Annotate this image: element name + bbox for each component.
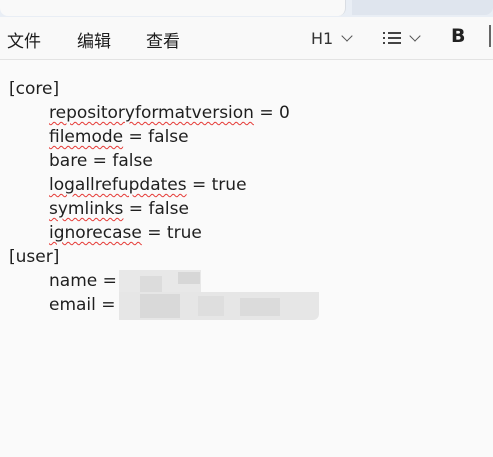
value-symlinks: = false (123, 199, 189, 219)
list-icon (383, 31, 401, 45)
line-bare: bare = false (49, 151, 153, 171)
list-dropdown[interactable] (383, 26, 421, 50)
menu-edit[interactable]: 编辑 (77, 27, 111, 52)
key-filemode: filemode (49, 127, 124, 147)
tab-strip: config (0, 0, 493, 17)
menu-bar: 文件 编辑 查看 H1 (0, 17, 493, 60)
key-repositoryformatversion: repositoryformatversion (49, 103, 254, 123)
line-filemode: filemode = false (49, 127, 189, 147)
section-user: [user] (9, 247, 60, 267)
line-name: name = (49, 271, 123, 291)
value-repositoryformatversion: = 0 (253, 103, 290, 123)
value-logallrefupdates: = true (186, 175, 247, 195)
more-icon[interactable] (489, 25, 493, 47)
line-ignorecase: ignorecase = true (49, 223, 202, 243)
key-logallrefupdates: logallrefupdates (49, 175, 187, 195)
heading-dropdown[interactable]: H1 (311, 26, 353, 50)
line-symlinks: symlinks = false (49, 199, 189, 219)
section-core: [core] (9, 79, 60, 99)
key-ignorecase: ignorecase (49, 223, 142, 243)
menu-file[interactable]: 文件 (7, 27, 41, 52)
line-email: email = (49, 295, 121, 315)
value-ignorecase: = true (141, 223, 202, 243)
tab-config[interactable]: config (0, 0, 346, 16)
value-filemode: = false (123, 127, 189, 147)
tab-other[interactable] (352, 0, 493, 15)
line-logallrefupdates: logallrefupdates = true (49, 175, 247, 195)
chevron-down-icon (341, 29, 353, 42)
key-symlinks: symlinks (49, 199, 124, 219)
heading-label: H1 (311, 28, 334, 48)
editor-area[interactable]: [core] repositoryformatversion = 0 filem… (0, 60, 493, 457)
chevron-down-icon (409, 29, 421, 42)
menu-view[interactable]: 查看 (146, 27, 180, 52)
bold-button[interactable]: B (451, 25, 465, 47)
line-repositoryformatversion: repositoryformatversion = 0 (49, 103, 290, 123)
